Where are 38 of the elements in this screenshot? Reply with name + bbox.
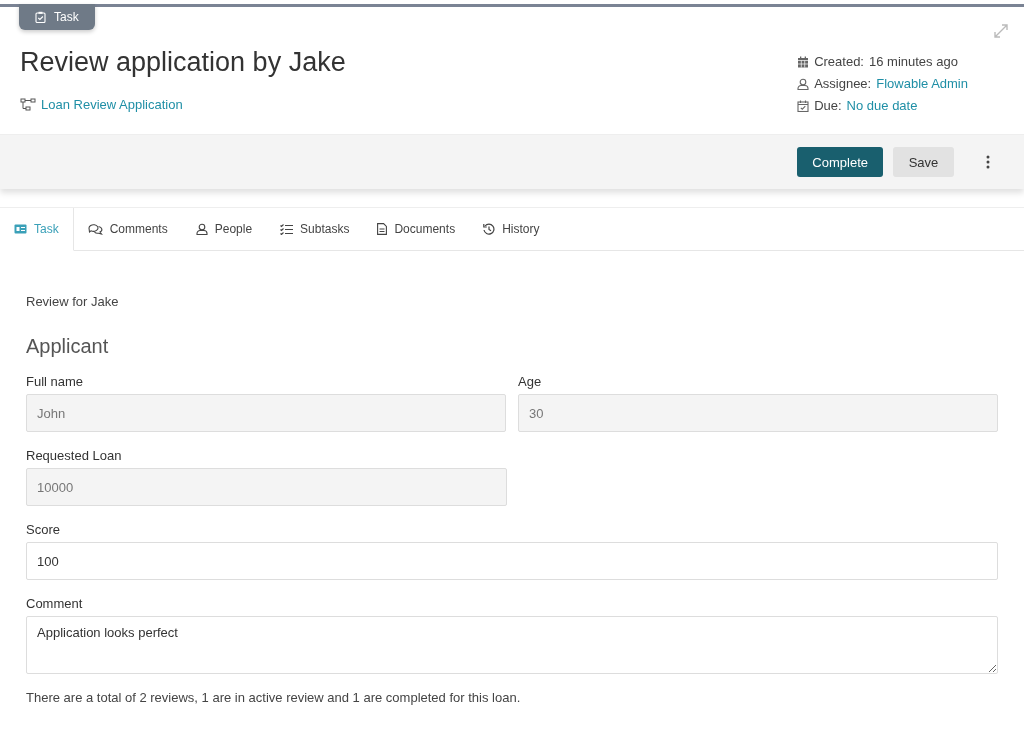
meta-value: 16 minutes ago <box>869 54 958 69</box>
clipboard-icon <box>35 11 46 23</box>
user-icon <box>797 77 810 90</box>
task-title: Review application by Jake <box>20 47 346 78</box>
comment-field[interactable]: Application looks perfect <box>26 616 998 674</box>
tab[interactable]: People <box>181 208 267 251</box>
meta-label: Assignee: <box>814 76 872 91</box>
field-label: Score <box>26 522 61 537</box>
tab[interactable]: Documents <box>363 208 470 251</box>
more-options-icon[interactable] <box>986 155 990 169</box>
badge-label: Task <box>54 10 79 24</box>
process-link[interactable]: Loan Review Application <box>41 97 183 112</box>
field-label: Requested Loan <box>26 448 123 463</box>
history-icon <box>483 223 496 235</box>
field-label: Comment <box>26 596 84 611</box>
meta-link[interactable]: Flowable Admin <box>876 76 968 91</box>
save-button[interactable]: Save <box>893 147 954 177</box>
meta-label: Due: <box>814 98 842 113</box>
user-icon <box>195 223 208 235</box>
form-intro: Review for Jake <box>26 294 120 309</box>
calendar-check-icon <box>797 99 810 112</box>
field-label: Age <box>518 374 543 389</box>
process-diagram-icon <box>20 97 37 112</box>
section-heading: Applicant <box>26 335 110 358</box>
tab[interactable]: Subtasks <box>266 208 364 251</box>
summary-text: There are a total of 2 reviews, 1 are in active review and 1 are completed for this loan. <box>26 690 522 705</box>
calendar-icon <box>797 55 810 68</box>
tab[interactable]: History <box>469 208 554 251</box>
id-card-icon <box>14 224 27 234</box>
meta-label: Created: <box>814 54 864 69</box>
tab[interactable]: Comments <box>73 208 182 251</box>
complete-button[interactable]: Complete <box>797 147 883 177</box>
comments-icon <box>87 223 103 235</box>
meta-link[interactable]: No due date <box>846 98 918 113</box>
input-field[interactable]: 100 <box>26 542 998 580</box>
checklist-icon <box>280 223 294 235</box>
field-label: Full name <box>26 374 85 389</box>
document-icon <box>377 223 388 235</box>
